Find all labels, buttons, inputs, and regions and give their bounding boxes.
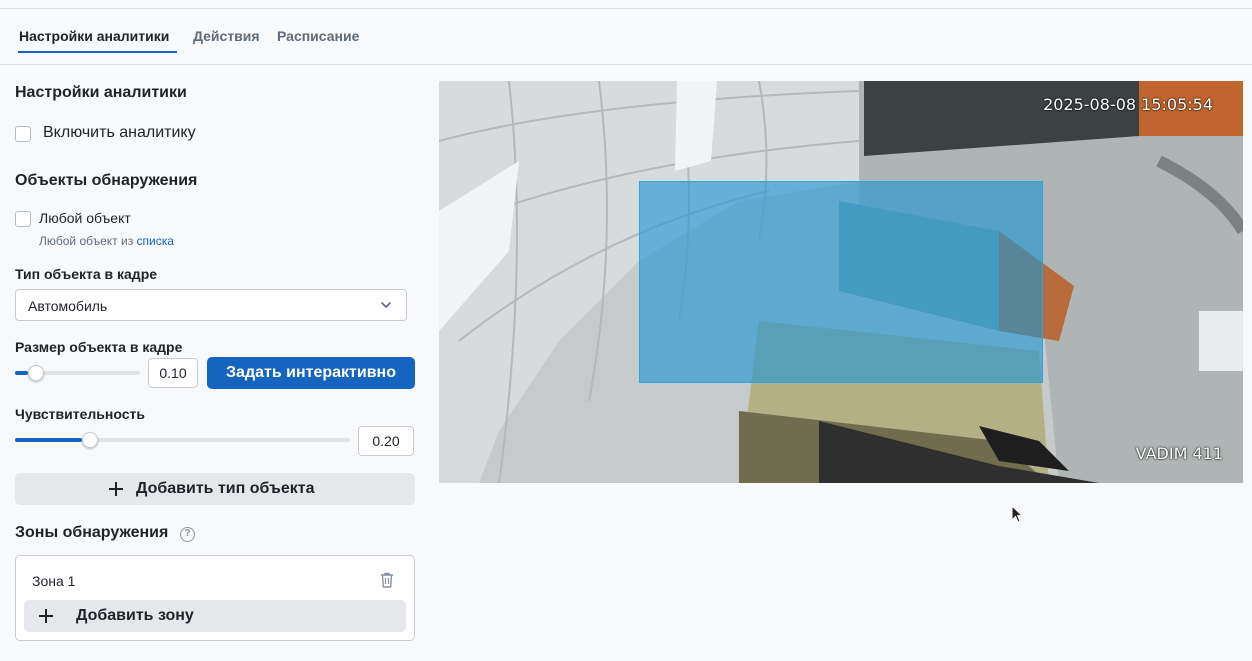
- chevron-down-icon: [381, 302, 391, 308]
- sensitivity-slider-thumb[interactable]: [82, 432, 98, 448]
- detection-zone-rect[interactable]: [639, 181, 1043, 383]
- tab-bar: Настройки аналитики Действия Расписание: [0, 9, 1252, 65]
- camera-name-label: VADIM 411: [1135, 444, 1223, 463]
- any-object-checkbox[interactable]: [15, 211, 31, 227]
- camera-timestamp: 2025-08-08 15:05:54: [1043, 95, 1213, 114]
- object-type-select[interactable]: Автомобиль: [15, 289, 407, 321]
- add-zone-button[interactable]: Добавить зону: [24, 600, 406, 632]
- add-zone-label: Добавить зону: [76, 607, 194, 624]
- object-type-label: Тип объекта в кадре: [15, 266, 158, 282]
- plus-icon: [39, 609, 53, 623]
- help-icon[interactable]: ?: [180, 527, 195, 542]
- enable-analytics-checkbox[interactable]: [15, 126, 31, 142]
- active-tab-indicator: [18, 51, 177, 53]
- any-object-hint: Любой объект из списка: [39, 234, 174, 248]
- tab-schedule[interactable]: Расписание: [277, 28, 359, 44]
- sensitivity-label: Чувствительность: [15, 406, 145, 422]
- tab-actions[interactable]: Действия: [193, 28, 260, 44]
- size-value-input[interactable]: 0.10: [148, 358, 198, 388]
- sensitivity-value-input[interactable]: 0.20: [358, 426, 414, 456]
- any-object-label: Любой объект: [39, 210, 131, 226]
- mouse-cursor-icon: [1011, 505, 1023, 523]
- add-object-type-button[interactable]: Добавить тип объекта: [15, 473, 415, 505]
- object-list-link[interactable]: списка: [137, 234, 174, 248]
- zone-item-name[interactable]: Зона 1: [32, 573, 75, 589]
- plus-icon: [109, 482, 123, 496]
- object-type-value: Автомобиль: [28, 298, 108, 314]
- add-object-type-label: Добавить тип объекта: [136, 480, 315, 497]
- zones-title: Зоны обнаружения: [15, 524, 169, 541]
- trash-icon[interactable]: [380, 572, 394, 588]
- any-object-hint-text: Любой объект из: [39, 234, 134, 248]
- objects-title: Объекты обнаружения: [15, 172, 198, 189]
- zones-list: Зона 1 Добавить зону: [15, 555, 415, 641]
- size-slider-thumb[interactable]: [27, 365, 44, 381]
- size-slider-fill: [15, 371, 28, 375]
- tab-analytics-settings[interactable]: Настройки аналитики: [19, 28, 169, 44]
- size-slider[interactable]: [15, 365, 140, 381]
- enable-analytics-label: Включить аналитику: [43, 124, 196, 141]
- sensitivity-slider[interactable]: [15, 432, 350, 448]
- size-label: Размер объекта в кадре: [15, 339, 183, 355]
- camera-view[interactable]: 2025-08-08 15:05:54 VADIM 411: [439, 81, 1243, 483]
- set-interactive-button[interactable]: Задать интерактивно: [207, 357, 415, 389]
- sensitivity-slider-fill: [15, 438, 82, 442]
- section-title: Настройки аналитики: [15, 84, 187, 101]
